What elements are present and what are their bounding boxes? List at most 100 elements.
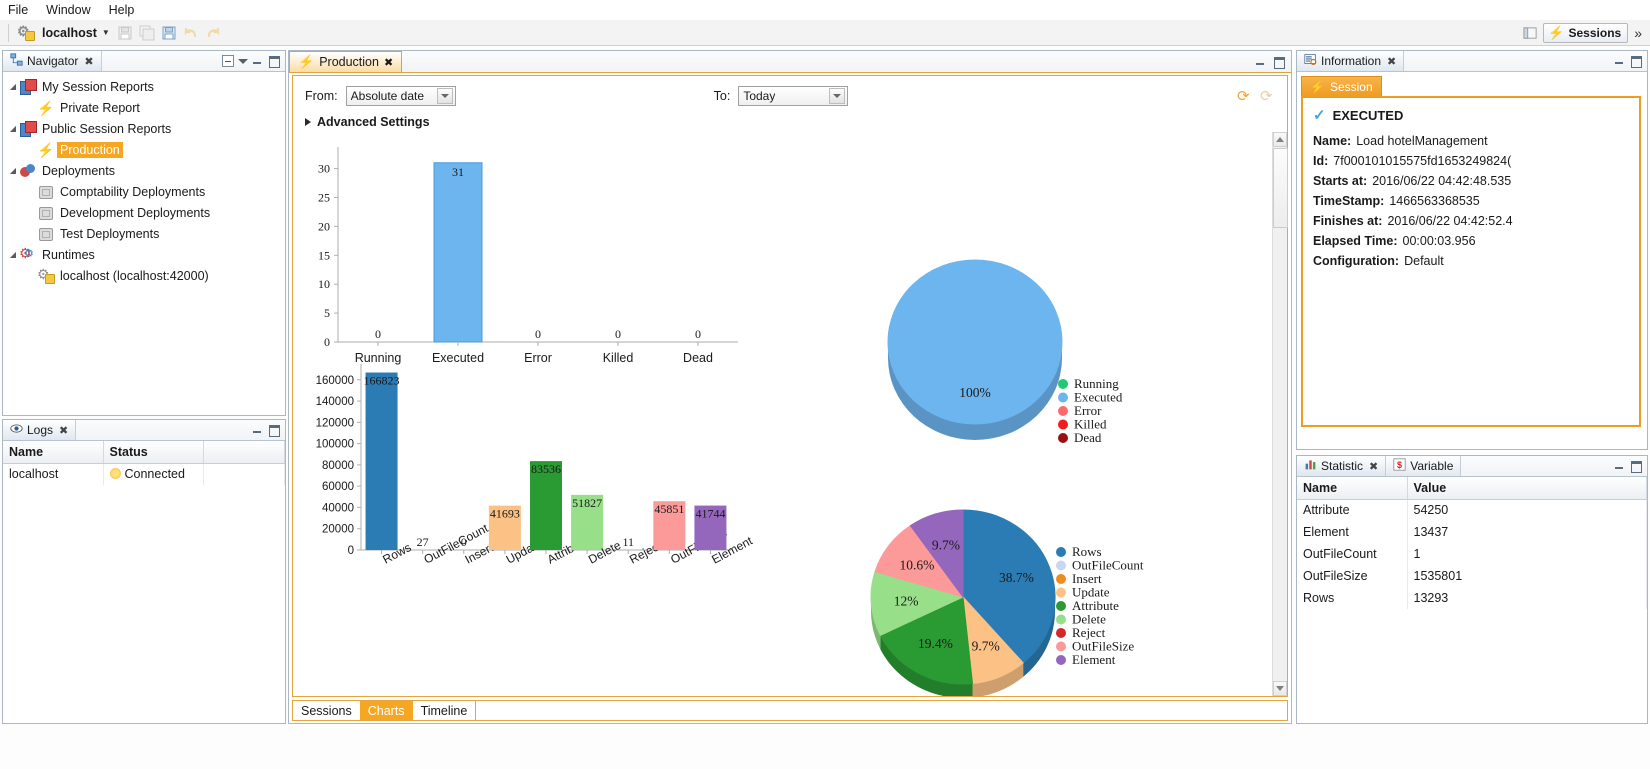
- tab-navigator[interactable]: Navigator ✖: [3, 51, 102, 71]
- logs-col-name[interactable]: Name: [3, 441, 104, 464]
- check-icon: ✓: [1313, 107, 1326, 124]
- navigator-icon: [10, 53, 23, 69]
- close-icon[interactable]: ✖: [59, 424, 68, 437]
- tree-item-localhost-localhost-42000[interactable]: localhost (localhost:42000): [3, 265, 285, 286]
- statistic-cell-value: 13293: [1407, 587, 1647, 609]
- minimize-icon[interactable]: [1255, 56, 1267, 68]
- legend-swatch-insert: [1056, 574, 1066, 584]
- tree-item-runtimes[interactable]: ◢ Runtimes: [3, 244, 285, 265]
- charts-scrollbar[interactable]: [1272, 132, 1288, 696]
- statistic-cell-name: Attribute: [1297, 499, 1408, 521]
- tab-statistic[interactable]: Statistic ✖: [1297, 456, 1387, 476]
- table-row[interactable]: OutFileSize 1535801: [1297, 565, 1647, 587]
- session-tabstrip: ⚡ Session: [1301, 76, 1647, 96]
- editor-tab-production[interactable]: ⚡ Production ✖: [289, 51, 403, 72]
- table-row[interactable]: Rows 13293: [1297, 587, 1647, 609]
- legend-swatch-error: [1058, 406, 1068, 416]
- perspective-sessions-button[interactable]: ⚡ Sessions: [1543, 23, 1629, 43]
- minimize-icon[interactable]: [1614, 460, 1626, 472]
- minimize-icon[interactable]: [252, 424, 264, 436]
- table-row[interactable]: Element 13437: [1297, 521, 1647, 543]
- close-icon[interactable]: ✖: [1369, 460, 1378, 473]
- table-row[interactable]: localhost Connected: [3, 463, 285, 485]
- runtimes-icon: [19, 245, 36, 263]
- tree-item-test-deployments[interactable]: Test Deployments: [3, 223, 285, 244]
- table-row[interactable]: Attribute 54250: [1297, 499, 1647, 521]
- host-selector-label: localhost: [42, 25, 97, 40]
- tree-item-private-report[interactable]: ⚡ Private Report: [3, 97, 285, 118]
- legend-swatch-outfilesize: [1056, 641, 1066, 652]
- host-selector[interactable]: localhost ▼: [13, 23, 114, 41]
- toolbar-overflow-icon[interactable]: »: [1630, 25, 1646, 41]
- tab-information-label: Information: [1321, 54, 1382, 68]
- close-icon[interactable]: ✖: [384, 56, 393, 69]
- bar-rows[interactable]: [365, 372, 398, 550]
- maximize-icon[interactable]: [1630, 55, 1642, 68]
- chevron-down-icon[interactable]: [436, 88, 453, 104]
- info-field-value: 2016/06/22 04:42:48.535: [1372, 174, 1512, 188]
- tree-item-deployments[interactable]: ◢ Deployments: [3, 160, 285, 181]
- advanced-settings-toggle[interactable]: Advanced Settings: [305, 115, 1275, 129]
- tree-item-my-session-reports[interactable]: ◢ My Session Reports: [3, 76, 285, 97]
- connected-sun-icon: [109, 468, 121, 480]
- statistic-cell-value: 54250: [1407, 499, 1647, 521]
- y-tick-label: 10: [318, 277, 330, 291]
- scroll-down-button[interactable]: [1273, 681, 1287, 696]
- logs-status-label: Connected: [124, 467, 185, 482]
- expand-arrow-icon[interactable]: ◢: [7, 124, 19, 133]
- bar-executed[interactable]: [433, 162, 483, 343]
- menu-item-help[interactable]: Help: [107, 2, 137, 18]
- logs-col-status[interactable]: Status: [103, 441, 204, 464]
- scrollbar-thumb[interactable]: [1273, 148, 1288, 228]
- chevron-down-icon: ▼: [101, 28, 110, 37]
- maximize-icon[interactable]: [268, 55, 280, 68]
- to-date-combo[interactable]: Today: [738, 86, 849, 106]
- bottom-tab-timeline[interactable]: Timeline: [413, 701, 476, 720]
- maximize-icon[interactable]: [1630, 460, 1642, 473]
- tree-item-public-session-reports[interactable]: ◢ Public Session Reports: [3, 118, 285, 139]
- menu-item-file[interactable]: File: [6, 2, 30, 18]
- info-field-value: 2016/06/22 04:42:52.4: [1387, 214, 1513, 228]
- maximize-icon[interactable]: [268, 424, 280, 437]
- undo-button[interactable]: [180, 23, 202, 43]
- session-status-label: EXECUTED: [1332, 107, 1404, 123]
- minimize-icon[interactable]: [1614, 55, 1626, 67]
- close-icon[interactable]: ✖: [1387, 55, 1396, 68]
- redo-button[interactable]: [202, 23, 224, 43]
- tab-information[interactable]: Information ✖: [1297, 51, 1405, 71]
- statistic-col-name[interactable]: Name: [1297, 477, 1408, 500]
- expand-arrow-icon[interactable]: ◢: [7, 82, 19, 91]
- expand-arrow-icon[interactable]: ◢: [7, 166, 19, 175]
- save-all-button[interactable]: [136, 23, 158, 43]
- chevron-down-icon[interactable]: [829, 88, 846, 104]
- info-field-label: Name:: [1313, 134, 1352, 148]
- save-as-button[interactable]: [158, 23, 180, 43]
- table-row[interactable]: OutFileCount 1: [1297, 543, 1647, 565]
- editor-tab-label: Production: [319, 55, 379, 69]
- view-menu-icon[interactable]: [238, 58, 248, 64]
- save-button[interactable]: [114, 23, 136, 43]
- x-tick-label: Executed: [432, 351, 484, 365]
- statistic-view: Statistic ✖ $ Variable Name Value Attrib…: [1296, 455, 1648, 724]
- refresh-paused-icon[interactable]: ⟳: [1260, 89, 1275, 104]
- tab-variable[interactable]: $ Variable: [1386, 456, 1462, 476]
- tab-session[interactable]: ⚡ Session: [1301, 76, 1382, 96]
- open-perspective-button[interactable]: [1519, 23, 1541, 43]
- tree-item-production[interactable]: ⚡ Production: [3, 139, 285, 160]
- tab-logs[interactable]: Logs ✖: [3, 420, 77, 440]
- tree-item-comptability-deployments[interactable]: Comptability Deployments: [3, 181, 285, 202]
- menu-item-window[interactable]: Window: [44, 2, 92, 18]
- refresh-icon[interactable]: ⟳: [1237, 89, 1252, 104]
- maximize-icon[interactable]: [1273, 56, 1285, 69]
- minimize-icon[interactable]: [252, 55, 264, 67]
- close-icon[interactable]: ✖: [84, 55, 93, 68]
- bottom-tab-sessions[interactable]: Sessions: [293, 701, 360, 720]
- collapse-all-icon[interactable]: [222, 55, 234, 67]
- bottom-tab-charts[interactable]: Charts: [359, 701, 413, 720]
- bar-value-label: 166823: [364, 374, 400, 388]
- from-date-combo[interactable]: Absolute date: [345, 86, 456, 106]
- statistic-col-value[interactable]: Value: [1407, 477, 1647, 500]
- expand-arrow-icon[interactable]: ◢: [7, 250, 19, 259]
- scroll-up-button[interactable]: [1273, 132, 1287, 147]
- tree-item-development-deployments[interactable]: Development Deployments: [3, 202, 285, 223]
